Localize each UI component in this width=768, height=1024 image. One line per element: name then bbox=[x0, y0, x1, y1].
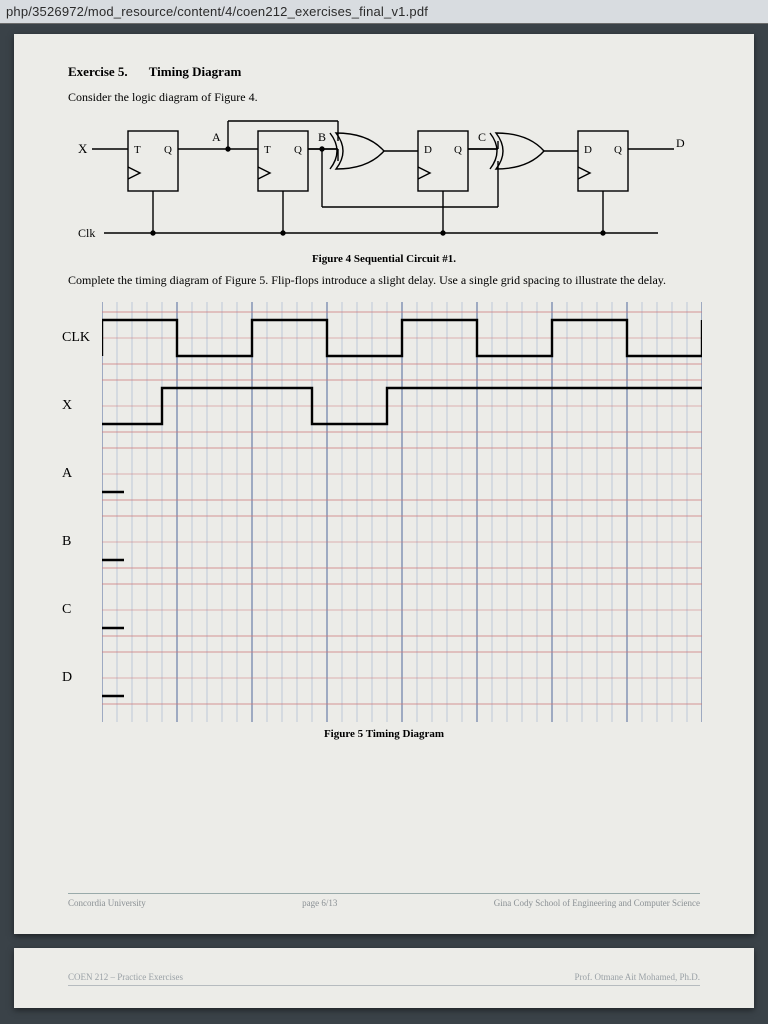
label-b-row: B bbox=[62, 534, 71, 550]
label-clk-row: CLK bbox=[62, 330, 90, 346]
ff4-d: D bbox=[584, 144, 592, 156]
ff1-t: T bbox=[134, 144, 141, 156]
label-x-row: X bbox=[62, 398, 72, 414]
label-c: C bbox=[478, 130, 486, 144]
figure-4-caption: Figure 4 Sequential Circuit #1. bbox=[68, 253, 700, 265]
pdf-page-1: Exercise 5. Timing Diagram Consider the … bbox=[14, 34, 754, 934]
exercise-title: Timing Diagram bbox=[149, 64, 242, 79]
label-c-row: C bbox=[62, 602, 71, 618]
ff4-q: Q bbox=[614, 144, 622, 156]
label-a-row: A bbox=[62, 466, 72, 482]
consider-text: Consider the logic diagram of Figure 4. bbox=[68, 90, 700, 105]
label-a: A bbox=[212, 130, 221, 144]
ff1-q: Q bbox=[164, 144, 172, 156]
label-d-row: D bbox=[62, 670, 72, 686]
footer-right: Gina Cody School of Engineering and Comp… bbox=[494, 898, 700, 908]
stub-left: COEN 212 – Practice Exercises bbox=[68, 972, 183, 982]
figure-5-caption: Figure 5 Timing Diagram bbox=[68, 728, 700, 740]
label-x: X bbox=[78, 141, 88, 156]
ff3-q: Q bbox=[454, 144, 462, 156]
exercise-number: Exercise 5. bbox=[68, 64, 128, 79]
ff2-t: T bbox=[264, 144, 271, 156]
pdf-page-2-stub: COEN 212 – Practice Exercises Prof. Otma… bbox=[14, 948, 754, 1008]
label-b: B bbox=[318, 130, 326, 144]
instruction-text: Complete the timing diagram of Figure 5.… bbox=[68, 273, 700, 288]
label-d: D bbox=[676, 136, 685, 150]
figure-5-timing: CLK X A B C D bbox=[68, 302, 700, 722]
pdf-viewer: Exercise 5. Timing Diagram Consider the … bbox=[0, 24, 768, 1024]
footer-left: Concordia University bbox=[68, 898, 146, 908]
ff2-q: Q bbox=[294, 144, 302, 156]
page-footer: Concordia University page 6/13 Gina Cody… bbox=[68, 893, 700, 908]
footer-center: page 6/13 bbox=[302, 898, 337, 908]
label-clk: Clk bbox=[78, 226, 95, 240]
stub-right: Prof. Otmane Ait Mohamed, Ph.D. bbox=[575, 972, 701, 982]
ff3-d: D bbox=[424, 144, 432, 156]
exercise-heading: Exercise 5. Timing Diagram bbox=[68, 64, 700, 80]
url-bar: php/3526972/mod_resource/content/4/coen2… bbox=[0, 0, 768, 24]
figure-4-circuit: X T Q A T Q B bbox=[78, 119, 700, 249]
